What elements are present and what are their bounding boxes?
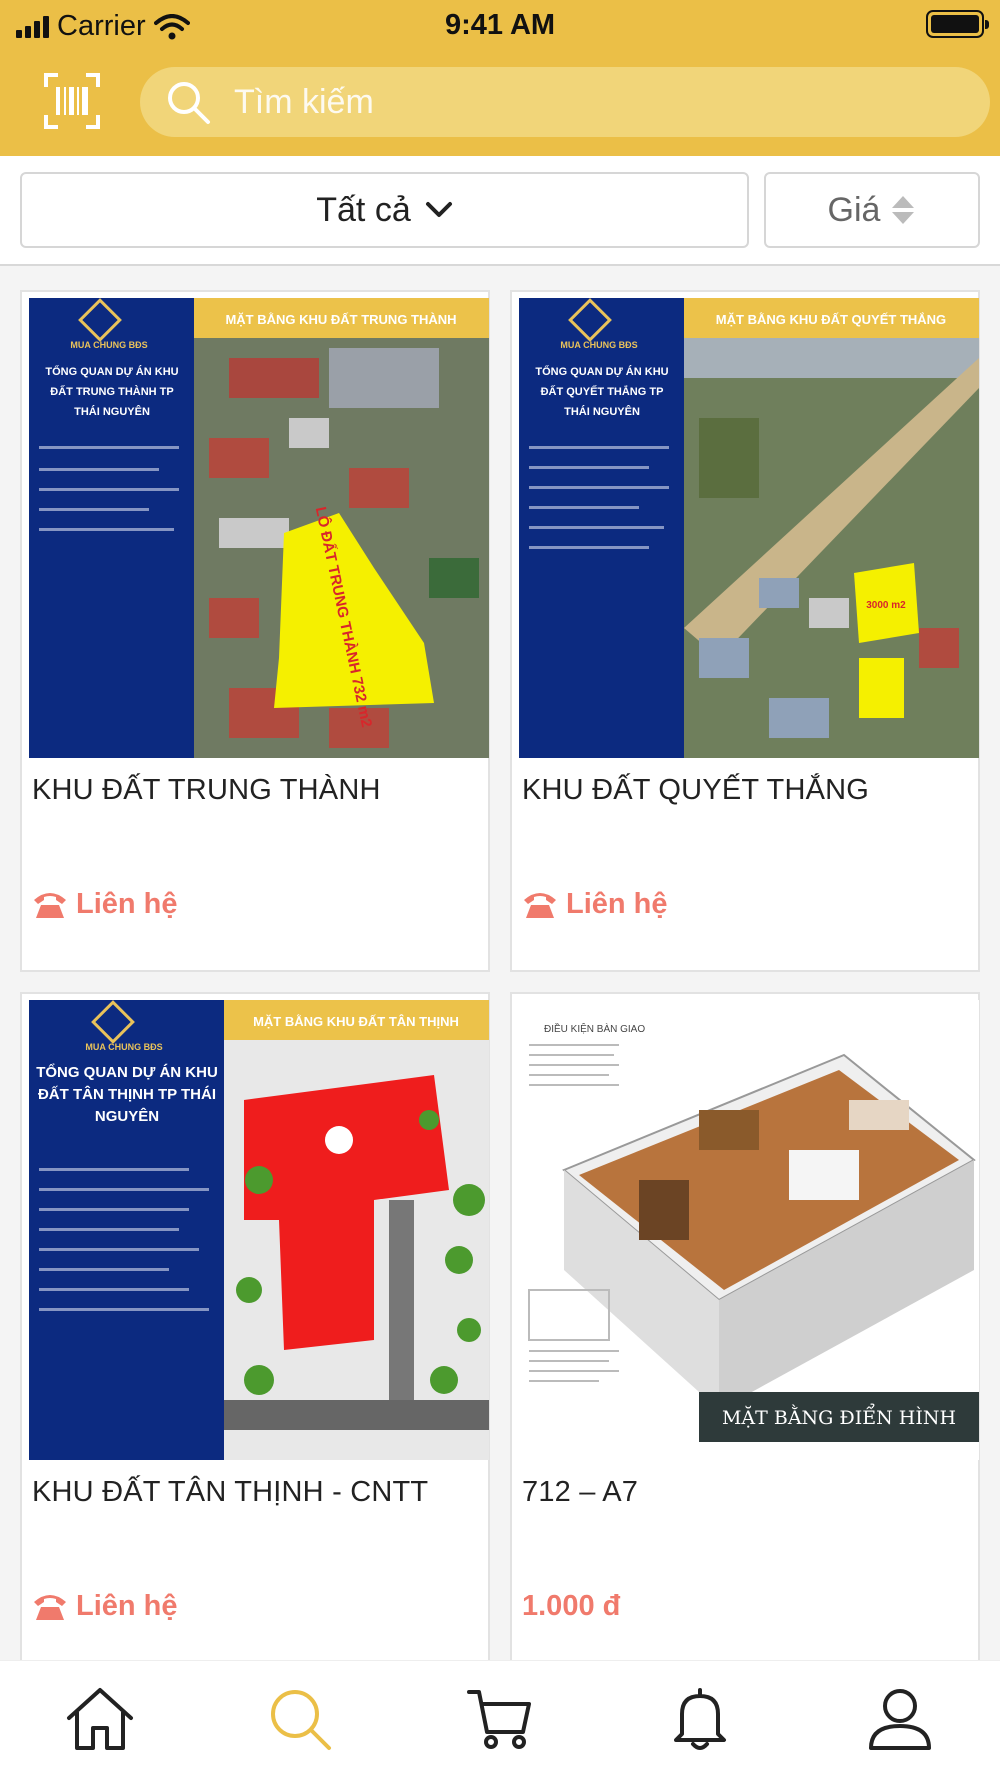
product-card[interactable]: MUA CHUNG BĐS MẶT BẰNG KHU ĐẤT QUYẾT THẮ… xyxy=(510,290,980,972)
status-bar: Carrier 9:41 AM xyxy=(0,0,1000,50)
product-image: MUA CHUNG BĐS MẶT BẰNG KHU ĐẤT TRUNG THÀ… xyxy=(29,298,489,758)
product-card[interactable]: ĐIỀU KIỆN BÀN GIAO MẶT BẰNG ĐIỂN HÌNH 71… xyxy=(510,992,980,1660)
cart-icon xyxy=(467,1690,531,1749)
product-title: KHU ĐẤT TÂN THỊNH - CNTT xyxy=(32,1476,429,1508)
search-bar[interactable] xyxy=(140,67,990,137)
clock: 9:41 AM xyxy=(444,9,556,41)
search-icon xyxy=(168,82,210,124)
product-image-text: TỔNG QUAN DỰ ÁN KHU ĐẤT QUYẾT THẮNG TP T… xyxy=(535,366,669,418)
product-image-text: MẶT BẰNG ĐIỂN HÌNH xyxy=(722,1404,956,1429)
search-icon xyxy=(271,1690,331,1750)
product-card[interactable]: MUA CHUNG BĐS MẶT BẰNG KHU ĐẤT TRUNG THÀ… xyxy=(20,290,490,972)
user-icon xyxy=(869,1689,931,1750)
product-image-text: TỔNG QUAN DỰ ÁN KHU ĐẤT TÂN THỊNH TP THÁ… xyxy=(36,1064,218,1125)
product-image: ĐIỀU KIỆN BÀN GIAO MẶT BẰNG ĐIỂN HÌNH xyxy=(519,1000,979,1460)
product-card[interactable]: MUA CHUNG BĐS MẶT BẰNG KHU ĐẤT TÂN THỊNH… xyxy=(20,992,490,1660)
category-dropdown[interactable]: Tất cả xyxy=(20,172,749,248)
sort-price-button[interactable]: Giá xyxy=(764,172,980,248)
product-image: MUA CHUNG BĐS MẶT BẰNG KHU ĐẤT QUYẾT THẮ… xyxy=(519,298,979,758)
product-price: 1.000 đ xyxy=(522,1590,620,1623)
tab-home[interactable] xyxy=(60,1679,140,1759)
phone-icon xyxy=(34,1594,66,1620)
product-price-text: Liên hệ xyxy=(76,888,178,920)
battery-icon xyxy=(926,10,989,38)
product-image-text: MẶT BẰNG KHU ĐẤT TÂN THỊNH xyxy=(253,1014,459,1029)
product-image-text: MUA CHUNG BĐS xyxy=(85,1042,162,1052)
product-image-text: 3000 m2 xyxy=(866,600,906,611)
product-image-text: ĐIỀU KIỆN BÀN GIAO xyxy=(544,1022,645,1035)
product-title: 712 – A7 xyxy=(522,1476,639,1508)
product-image-text: MUA CHUNG BĐS xyxy=(70,340,147,350)
sort-label: Giá xyxy=(827,190,881,229)
tab-search[interactable] xyxy=(260,1679,340,1759)
search-input[interactable] xyxy=(234,82,834,122)
bottom-tab-bar xyxy=(0,1660,1000,1778)
product-image-text: MẶT BẰNG KHU ĐẤT TRUNG THÀNH xyxy=(225,312,456,327)
app-header xyxy=(0,50,1000,156)
tab-notifications[interactable] xyxy=(660,1679,740,1759)
tab-profile[interactable] xyxy=(860,1679,940,1759)
product-price: Liên hệ xyxy=(522,888,668,921)
product-image-text: MUA CHUNG BĐS xyxy=(560,340,637,350)
product-image-text: MẶT BẰNG KHU ĐẤT QUYẾT THẮNG xyxy=(716,312,946,327)
product-price-text: Liên hệ xyxy=(566,888,668,920)
sort-icon xyxy=(892,196,915,224)
product-image-text: TỔNG QUAN DỰ ÁN KHU ĐẤT TRUNG THÀNH TP T… xyxy=(45,366,179,418)
product-title: KHU ĐẤT TRUNG THÀNH xyxy=(32,774,381,806)
product-price-text: 1.000 đ xyxy=(522,1590,621,1622)
product-title: KHU ĐẤT QUYẾT THẮNG xyxy=(522,774,870,806)
phone-icon xyxy=(524,892,556,918)
home-icon xyxy=(67,1688,133,1750)
tab-cart[interactable] xyxy=(460,1679,540,1759)
filter-bar: Tất cả Giá xyxy=(0,156,1000,266)
category-label: Tất cả xyxy=(316,190,411,229)
product-price: Liên hệ xyxy=(32,888,178,921)
product-price: Liên hệ xyxy=(32,1590,178,1623)
product-price-text: Liên hệ xyxy=(76,1590,178,1622)
product-grid: MUA CHUNG BĐS MẶT BẰNG KHU ĐẤT TRUNG THÀ… xyxy=(0,268,1000,1660)
chevron-down-icon xyxy=(425,202,452,217)
barcode-scan-icon[interactable] xyxy=(44,73,100,129)
product-image: MUA CHUNG BĐS MẶT BẰNG KHU ĐẤT TÂN THỊNH… xyxy=(29,1000,489,1460)
phone-icon xyxy=(34,892,66,918)
bell-icon xyxy=(674,1688,726,1750)
